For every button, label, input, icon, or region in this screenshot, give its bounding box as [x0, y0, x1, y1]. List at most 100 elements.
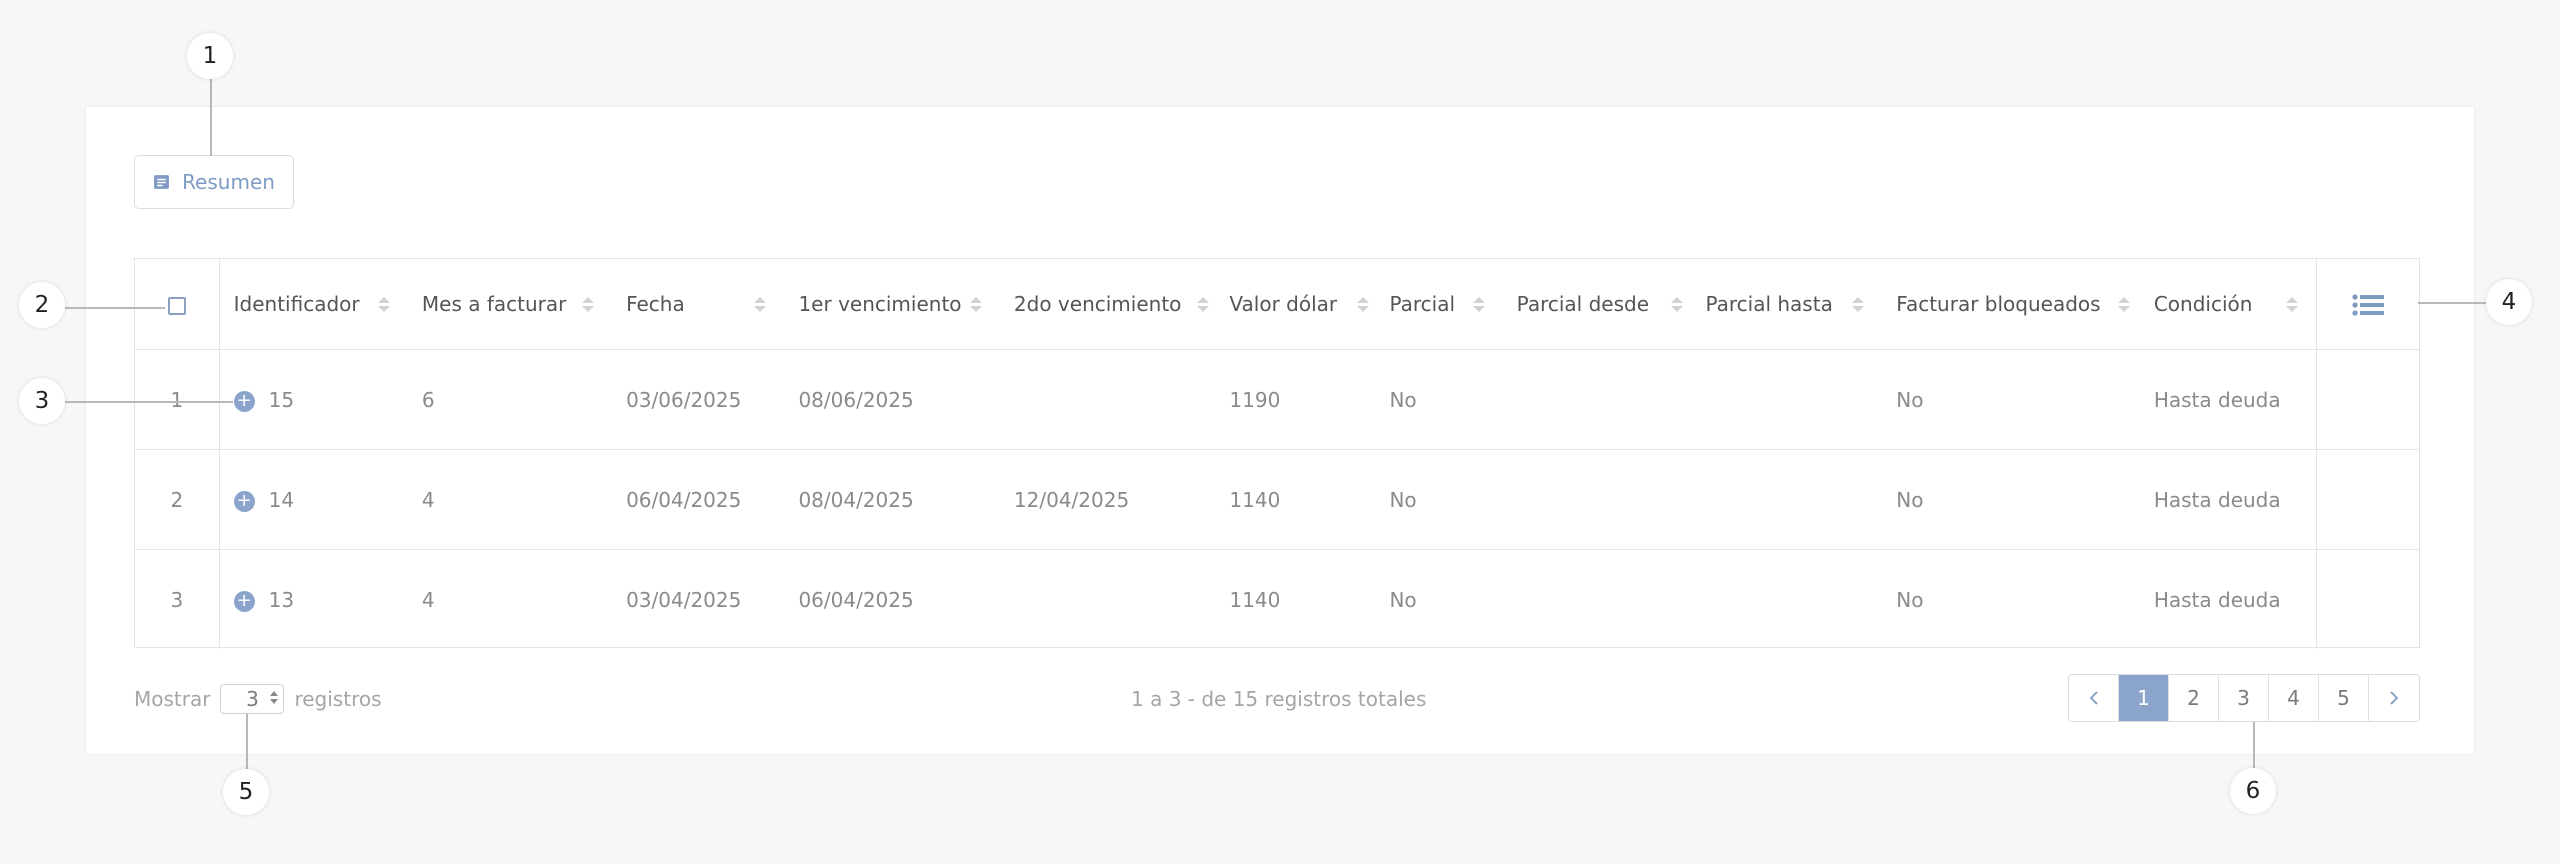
sort-icon[interactable]	[2285, 296, 2298, 312]
header-condicion[interactable]: Condición	[2139, 259, 2317, 350]
cell-valor-dolar: 1190	[1215, 349, 1376, 450]
cell-2do-vencimiento	[1000, 550, 1215, 650]
sort-icon[interactable]	[582, 296, 595, 312]
header-mes-a-facturar[interactable]: Mes a facturar	[407, 259, 613, 350]
page-size-select[interactable]: 3	[220, 684, 285, 714]
cell-parcial: No	[1375, 449, 1503, 550]
cell-menu	[2315, 449, 2419, 550]
cell-parcial-desde	[1502, 449, 1692, 550]
callout-leader-1	[210, 79, 212, 156]
cell-valor-dolar: 1140	[1215, 449, 1376, 550]
plus-circle-icon[interactable]: +	[233, 490, 255, 512]
cell-parcial-hasta	[1691, 349, 1883, 450]
callout-leader-5	[246, 714, 248, 771]
cell-2do-vencimiento	[999, 349, 1216, 450]
row-number: 2	[135, 449, 220, 550]
resumen-button-label: Resumen	[182, 170, 275, 194]
cell-mes: 6	[407, 349, 613, 450]
plus-circle-icon[interactable]: +	[233, 590, 255, 612]
header-identificador[interactable]: Identificador	[219, 259, 408, 350]
callout-leader-4	[2418, 302, 2489, 304]
callout-6: 6	[2230, 768, 2276, 814]
header-parcial-desde[interactable]: Parcial desde	[1502, 259, 1692, 350]
receipt-icon	[154, 174, 169, 189]
page-button-4[interactable]: 4	[2269, 675, 2319, 721]
select-all-checkbox[interactable]	[167, 296, 186, 315]
cell-facturar-bloqueados: No	[1882, 449, 2140, 550]
next-page-button[interactable]	[2369, 675, 2419, 721]
page-button-1[interactable]: 1	[2119, 675, 2169, 721]
cell-facturar-bloqueados: No	[1882, 349, 2140, 450]
row-number: 3	[135, 549, 220, 649]
header-valor-dolar[interactable]: Valor dólar	[1215, 259, 1376, 350]
callout-1: 1	[187, 33, 233, 79]
cell-facturar-bloqueados: No	[1896, 587, 1924, 612]
table-panel: Resumen Identificador Mes a facturar Fec…	[86, 107, 2474, 754]
pagination: 1 2 3 4 5	[2068, 674, 2420, 722]
header-facturar-bloqueados[interactable]: Facturar bloqueados	[1882, 259, 2140, 350]
sort-icon[interactable]	[754, 296, 767, 312]
resumen-button[interactable]: Resumen	[134, 155, 294, 209]
cell-fecha: 03/04/2025	[626, 587, 742, 612]
cell-2do-vencimiento: 12/04/2025	[999, 449, 1216, 550]
cell-1er-vencimiento: 08/06/2025	[784, 349, 1000, 450]
cell-valor-dolar: 1140	[1229, 587, 1281, 612]
cell-1er-vencimiento: 06/04/2025	[798, 587, 914, 612]
sort-icon[interactable]	[1197, 296, 1210, 312]
cell-parcial-desde	[1502, 349, 1692, 450]
header-2do-vencimiento[interactable]: 2do vencimiento	[999, 259, 1216, 350]
sort-icon[interactable]	[1357, 296, 1370, 312]
cell-condicion: Hasta deuda	[2139, 349, 2317, 450]
stepper-arrows-icon[interactable]	[270, 691, 279, 704]
table-row[interactable]: 1 +15 6 03/06/2025 08/06/2025 1190 No No…	[135, 349, 2419, 450]
data-table: Identificador Mes a facturar Fecha 1er v…	[134, 258, 2420, 650]
cell-fecha: 06/04/2025	[612, 449, 785, 550]
cell-parcial-hasta	[1691, 550, 1882, 650]
column-menu-cell[interactable]	[2315, 259, 2419, 350]
header-parcial-hasta[interactable]: Parcial hasta	[1691, 259, 1883, 350]
page-button-2[interactable]: 2	[2169, 675, 2219, 721]
prev-page-button[interactable]	[2069, 675, 2119, 721]
cell-fecha: 03/06/2025	[612, 349, 785, 450]
header-parcial[interactable]: Parcial	[1375, 259, 1503, 350]
sort-icon[interactable]	[377, 296, 390, 312]
cell-menu	[2315, 549, 2419, 649]
header-fecha[interactable]: Fecha	[612, 259, 785, 350]
sort-icon[interactable]	[1472, 296, 1485, 312]
callout-3: 3	[19, 378, 65, 424]
show-label: Mostrar	[134, 687, 211, 711]
cell-identificador: +15	[219, 349, 408, 450]
page-button-3[interactable]: 3	[2219, 675, 2269, 721]
table-row[interactable]: 2 +14 4 06/04/2025 08/04/2025 12/04/2025…	[135, 449, 2419, 550]
cell-parcial: No	[1389, 587, 1417, 612]
cell-condicion: Hasta deuda	[2139, 449, 2317, 550]
cell-menu	[2315, 349, 2419, 450]
table-header-row: Identificador Mes a facturar Fecha 1er v…	[135, 259, 2419, 350]
cell-mes: 4	[421, 587, 435, 612]
cell-condicion: Hasta deuda	[2153, 587, 2281, 612]
chevron-right-icon	[2390, 691, 2399, 705]
plus-circle-icon[interactable]: +	[233, 390, 255, 412]
callout-leader-2	[65, 307, 165, 309]
cell-parcial-desde	[1503, 550, 1692, 650]
sort-icon[interactable]	[1671, 296, 1684, 312]
chevron-left-icon	[2089, 691, 2098, 705]
cell-identificador: +13	[219, 550, 408, 650]
page-button-5[interactable]: 5	[2319, 675, 2369, 721]
list-menu-icon[interactable]	[2352, 293, 2384, 317]
sort-icon[interactable]	[969, 296, 982, 312]
sort-icon[interactable]	[1852, 296, 1865, 312]
page-size-control: Mostrar 3 registros	[134, 684, 382, 714]
select-all-cell	[135, 259, 220, 350]
callout-4: 4	[2486, 279, 2532, 325]
callout-leader-3	[65, 401, 233, 403]
header-1er-vencimiento[interactable]: 1er vencimiento	[784, 259, 1000, 350]
callout-leader-6	[2253, 722, 2255, 771]
cell-identificador: +14	[219, 449, 408, 550]
sort-icon[interactable]	[2117, 296, 2130, 312]
table-row[interactable]: 3 +13 4 03/04/2025 06/04/2025 1140 No No…	[135, 549, 2419, 650]
cell-parcial-hasta	[1691, 449, 1883, 550]
callout-5: 5	[223, 769, 269, 815]
cell-parcial: No	[1375, 349, 1503, 450]
cell-mes: 4	[407, 449, 613, 550]
